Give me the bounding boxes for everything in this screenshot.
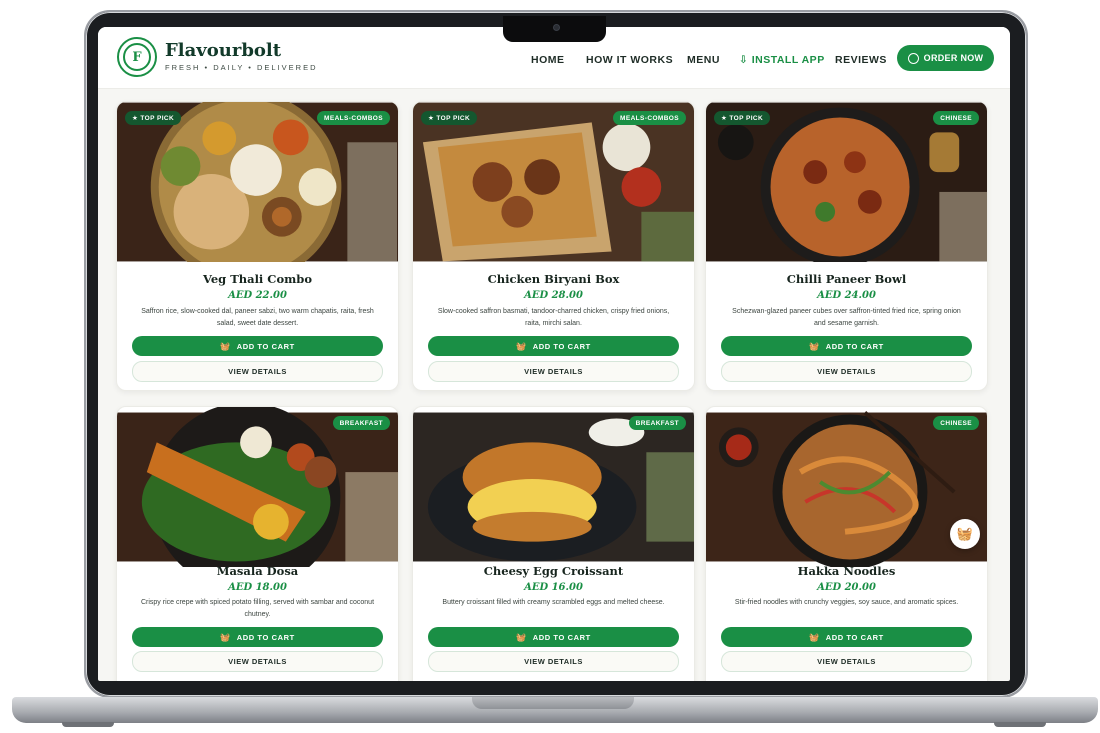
add-to-cart-button[interactable]: 🧺 ADD TO CART xyxy=(132,627,383,647)
chilli-paneer-image xyxy=(706,102,987,262)
view-details-button[interactable]: VIEW DETAILS xyxy=(428,361,679,382)
veg-thali-image xyxy=(117,102,398,262)
add-to-cart-button[interactable]: 🧺 ADD TO CART xyxy=(721,627,972,647)
add-to-cart-button[interactable]: 🧺 ADD TO CART xyxy=(132,336,383,356)
product-description: Stir-fried noodles with crunchy veggies,… xyxy=(734,599,959,606)
top-pick-badge: ★ TOP PICK xyxy=(714,111,771,125)
nav-menu[interactable]: MENU xyxy=(687,54,720,66)
top-pick-badge: ★ TOP PICK xyxy=(125,111,182,125)
nav-install-app[interactable]: ⇩ INSTALL APP xyxy=(739,54,825,66)
view-details-button[interactable]: VIEW DETAILS xyxy=(721,361,972,382)
product-price: AED 18.00 xyxy=(228,582,287,593)
add-to-cart-label: ADD TO CART xyxy=(532,341,591,351)
product-description: Slow-cooked saffron basmati, tandoor-cha… xyxy=(437,308,670,327)
product-price: AED 24.00 xyxy=(817,290,876,301)
product-price: AED 22.00 xyxy=(228,290,287,301)
category-badge: MEALS-COMBOS xyxy=(613,111,686,125)
category-badge: CHINESE xyxy=(933,111,979,125)
product-title[interactable]: Veg Thali Combo xyxy=(117,272,398,286)
add-to-cart-label: ADD TO CART xyxy=(532,632,591,642)
product-description: Crispy rice crepe with spiced potato fil… xyxy=(140,599,375,618)
add-to-cart-label: ADD TO CART xyxy=(825,341,884,351)
category-badge: CHINESE xyxy=(933,416,979,430)
category-badge: BREAKFAST xyxy=(628,416,686,430)
floating-cart-button[interactable]: 🧺 xyxy=(950,519,980,549)
add-to-cart-label: ADD TO CART xyxy=(236,632,295,642)
view-details-button[interactable]: VIEW DETAILS xyxy=(132,361,383,382)
hakka-noodles-image xyxy=(706,411,987,567)
camera-notch xyxy=(503,16,606,42)
category-badge: MEALS-COMBOS xyxy=(317,111,390,125)
view-details-button[interactable]: VIEW DETAILS xyxy=(428,651,679,672)
product-description: Saffron rice, slow-cooked dal, paneer sa… xyxy=(141,308,374,327)
basket-icon: 🧺 xyxy=(956,526,974,541)
product-title[interactable]: Chilli Paneer Bowl xyxy=(706,272,987,286)
basket-icon: 🧺 xyxy=(809,632,820,642)
top-pick-badge: ★ TOP PICK xyxy=(421,111,478,125)
chicken-biryani-image xyxy=(413,102,694,262)
order-now-button[interactable]: ORDER NOW xyxy=(897,45,994,71)
laptop-foot-left xyxy=(62,722,114,727)
brand-tagline: FRESH • DAILY • DELIVERED xyxy=(165,63,318,72)
basket-icon: 🧺 xyxy=(220,632,231,642)
product-price: AED 16.00 xyxy=(524,582,583,593)
product-price: AED 28.00 xyxy=(524,290,583,301)
product-description: Schezwan-glazed paneer cubes over saffro… xyxy=(732,308,961,327)
product-price: AED 20.00 xyxy=(817,582,876,593)
add-to-cart-button[interactable]: 🧺 ADD TO CART xyxy=(428,627,679,647)
nav-reviews[interactable]: REVIEWS xyxy=(835,54,887,66)
basket-icon: 🧺 xyxy=(809,341,820,351)
masala-dosa-image xyxy=(117,407,398,567)
product-title[interactable]: Chicken Biryani Box xyxy=(413,272,694,286)
product-card: ★ TOP PICK MEALS-COMBOS Veg Thali Combo … xyxy=(116,101,399,391)
product-title[interactable]: Cheesy Egg Croissant xyxy=(413,564,694,578)
add-to-cart-label: ADD TO CART xyxy=(825,632,884,642)
product-card: BREAKFAST Masala Dosa AED 18.00 Crispy r… xyxy=(116,406,399,681)
whatsapp-icon xyxy=(907,52,919,64)
laptop-foot-right xyxy=(994,722,1046,727)
add-to-cart-button[interactable]: 🧺 ADD TO CART xyxy=(721,336,972,356)
view-details-button[interactable]: VIEW DETAILS xyxy=(721,651,972,672)
egg-croissant-image xyxy=(413,412,694,562)
product-card: ★ TOP PICK MEALS-COMBOS Chicken Biryani … xyxy=(412,101,695,391)
add-to-cart-label: ADD TO CART xyxy=(236,341,295,351)
product-title[interactable]: Hakka Noodles xyxy=(706,564,987,578)
laptop-base-groove xyxy=(472,697,634,709)
add-to-cart-button[interactable]: 🧺 ADD TO CART xyxy=(428,336,679,356)
order-now-label: ORDER NOW xyxy=(923,53,984,63)
product-card: BREAKFAST Cheesy Egg Croissant AED 16.00… xyxy=(412,406,695,681)
product-title[interactable]: Masala Dosa xyxy=(117,564,398,578)
basket-icon: 🧺 xyxy=(220,341,231,351)
product-card: CHINESE Hakka Noodles AED 20.00 Stir-fri… xyxy=(705,406,988,681)
category-badge: BREAKFAST xyxy=(332,416,390,430)
nav-home[interactable]: HOME xyxy=(531,54,565,66)
brand-name[interactable]: Flavourbolt xyxy=(165,40,281,61)
product-description: Buttery croissant filled with creamy scr… xyxy=(442,599,665,606)
camera-icon xyxy=(553,24,560,31)
browser-screen: F Flavourbolt FRESH • DAILY • DELIVERED … xyxy=(98,27,1010,681)
product-card: ★ TOP PICK CHINESE Chilli Paneer Bowl AE… xyxy=(705,101,988,391)
nav-how-it-works[interactable]: HOW IT WORKS xyxy=(586,54,673,66)
logo-letter: F xyxy=(123,43,151,71)
basket-icon: 🧺 xyxy=(516,632,527,642)
view-details-button[interactable]: VIEW DETAILS xyxy=(132,651,383,672)
logo-icon[interactable]: F xyxy=(117,37,157,77)
basket-icon: 🧺 xyxy=(516,341,527,351)
